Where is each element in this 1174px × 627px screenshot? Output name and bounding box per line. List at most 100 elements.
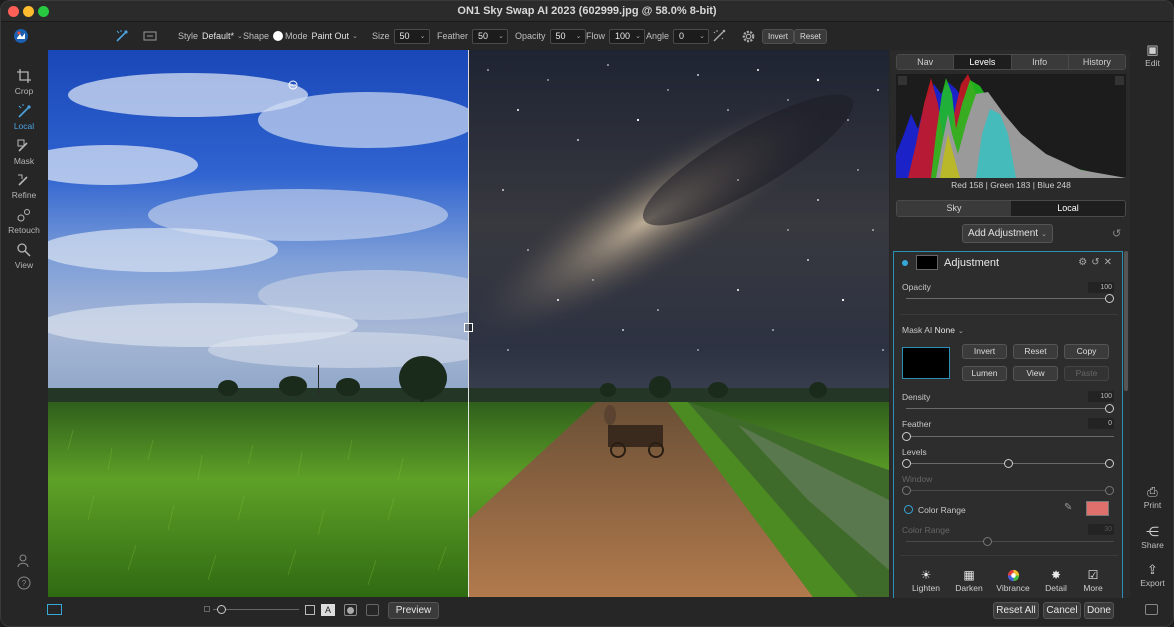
mask-lumen-button[interactable]: Lumen <box>962 366 1007 381</box>
opacity-slider-track[interactable] <box>906 298 1114 299</box>
export-label: Export <box>1140 578 1165 588</box>
flow-input[interactable]: 100 ⌄ <box>609 28 646 44</box>
angle-label: Angle <box>646 31 670 41</box>
zoom-slider-knob[interactable] <box>217 605 226 614</box>
add-adjustment-label: Add Adjustment <box>968 228 1039 239</box>
tool-local[interactable]: Local <box>1 103 47 131</box>
gear-icon[interactable]: ⚙ <box>1078 257 1091 268</box>
share-button[interactable]: ⋲ Share <box>1130 524 1173 550</box>
angle-input[interactable]: 0 ⌄ <box>673 28 710 44</box>
density-slider-knob[interactable] <box>1105 404 1114 413</box>
overlay-mode-icon[interactable]: A <box>321 604 335 616</box>
opacity-input[interactable]: 50 ⌄ <box>549 28 586 44</box>
layer-active-dot[interactable] <box>902 260 908 266</box>
color-range-value[interactable]: 30 <box>1088 524 1114 535</box>
done-button[interactable]: Done <box>1084 602 1114 619</box>
brush-options-icon[interactable] <box>143 22 157 50</box>
print-button[interactable]: ⎙ Print <box>1130 484 1173 510</box>
edit-module-button[interactable]: ▣ Edit <box>1130 42 1173 68</box>
window-left-knob[interactable] <box>902 486 911 495</box>
add-adjustment-button[interactable]: Add Adjustment ⌄ <box>962 224 1053 243</box>
chevron-down-icon: ⌄ <box>498 33 505 40</box>
color-range-slider-knob[interactable] <box>983 537 992 546</box>
flow-label: Flow <box>586 31 606 41</box>
image-canvas[interactable] <box>48 50 889 597</box>
filmstrip-toggle-icon[interactable] <box>47 604 62 615</box>
brush-tool-icon[interactable] <box>115 22 129 50</box>
feather-input[interactable]: 50 ⌄ <box>472 28 509 44</box>
compare-icon[interactable] <box>366 604 379 616</box>
vibrance-label: Vibrance <box>996 583 1030 593</box>
tab-info[interactable]: Info <box>1011 55 1069 69</box>
close-icon[interactable]: ✕ <box>1104 257 1116 268</box>
tool-mask[interactable]: Mask <box>1 138 47 166</box>
tool-retouch[interactable]: Retouch <box>1 207 47 235</box>
opacity-slider-knob[interactable] <box>1105 294 1114 303</box>
vibrance-button[interactable]: Vibrance <box>993 568 1033 593</box>
reset-button[interactable]: Reset <box>794 28 827 44</box>
tool-view[interactable]: View <box>1 242 47 270</box>
levels-black-knob[interactable] <box>902 459 911 468</box>
detail-button[interactable]: ✸ Detail <box>1036 568 1076 593</box>
preview-button[interactable]: Preview <box>388 602 439 619</box>
feather-slider-track[interactable] <box>906 436 1114 437</box>
tool-crop[interactable]: Crop <box>1 68 47 96</box>
density-value[interactable]: 100 <box>1088 391 1114 402</box>
user-icon[interactable] <box>1 553 47 571</box>
levels-mid-knob[interactable] <box>1004 459 1013 468</box>
window-right-knob[interactable] <box>1105 486 1114 495</box>
refine-brush-icon <box>18 174 28 186</box>
detail-label: Detail <box>1045 583 1067 593</box>
quick-adjust-tools: ☀ Lighten ▦ Darken Vibrance ✸ Detail ☑ More <box>894 568 1122 598</box>
color-range-slider-track[interactable] <box>906 541 1114 542</box>
undo-icon[interactable]: ↺ <box>1112 227 1121 240</box>
app-logo <box>13 22 29 50</box>
invert-button[interactable]: Invert <box>762 28 795 44</box>
reset-icon[interactable]: ↺ <box>1091 257 1103 268</box>
gear-icon[interactable] <box>741 22 756 50</box>
eyedropper-icon[interactable]: ✎ <box>1064 502 1072 513</box>
color-range-toggle[interactable] <box>904 505 913 514</box>
perfect-brush-icon[interactable] <box>711 22 727 50</box>
help-icon[interactable]: ? <box>1 575 47 593</box>
panel-scrollbar[interactable] <box>1124 251 1128 391</box>
levels-white-knob[interactable] <box>1105 459 1114 468</box>
mask-reset-button[interactable]: Reset <box>1013 344 1058 359</box>
size-input[interactable]: 50 ⌄ <box>393 28 430 44</box>
mask-paste-button[interactable]: Paste <box>1064 366 1109 381</box>
color-range-swatch[interactable] <box>1086 501 1109 516</box>
tab-history[interactable]: History <box>1068 55 1125 69</box>
tab-sky[interactable]: Sky <box>897 201 1011 216</box>
panel-toggle-icon[interactable] <box>1145 604 1158 615</box>
feather-label: Feather <box>437 31 469 41</box>
separator <box>900 555 1118 556</box>
tab-local[interactable]: Local <box>1011 201 1125 216</box>
feather-value[interactable]: 0 <box>1088 418 1114 429</box>
density-label: Density <box>902 392 931 402</box>
mask-thumbnail[interactable] <box>902 347 950 379</box>
mode-select[interactable]: Mode Paint Out ⌄ <box>285 22 358 50</box>
mask-overlay-icon[interactable] <box>344 604 357 616</box>
tool-refine[interactable]: Refine <box>1 172 47 200</box>
window-slider-track[interactable] <box>906 490 1114 491</box>
mask-copy-button[interactable]: Copy <box>1064 344 1109 359</box>
reset-all-button[interactable]: Reset All <box>993 602 1039 619</box>
density-slider-track[interactable] <box>906 408 1114 409</box>
divider-handle[interactable] <box>464 323 473 332</box>
adjustment-pane: Adjustment ⚙↺✕ Opacity 100 Mask AI None ⌄… <box>893 251 1123 598</box>
shape-select[interactable]: Shape <box>243 22 284 50</box>
tab-levels[interactable]: Levels <box>954 55 1012 69</box>
tab-nav[interactable]: Nav <box>897 55 955 69</box>
mask-invert-button[interactable]: Invert <box>962 344 1007 359</box>
opacity-value[interactable]: 100 <box>1088 282 1114 293</box>
more-button[interactable]: ☑ More <box>1073 568 1113 593</box>
chevron-down-icon: ⌄ <box>575 33 582 40</box>
darken-button[interactable]: ▦ Darken <box>949 568 989 593</box>
style-select[interactable]: Style Default* ⌄ <box>178 22 243 50</box>
lighten-button[interactable]: ☀ Lighten <box>906 568 946 593</box>
cancel-button[interactable]: Cancel <box>1043 602 1081 619</box>
mask-view-button[interactable]: View <box>1013 366 1058 381</box>
export-button[interactable]: ⇪ Export <box>1130 562 1173 588</box>
feather-slider-knob[interactable] <box>902 432 911 441</box>
mask-ai-select[interactable]: Mask AI None ⌄ <box>902 325 964 335</box>
